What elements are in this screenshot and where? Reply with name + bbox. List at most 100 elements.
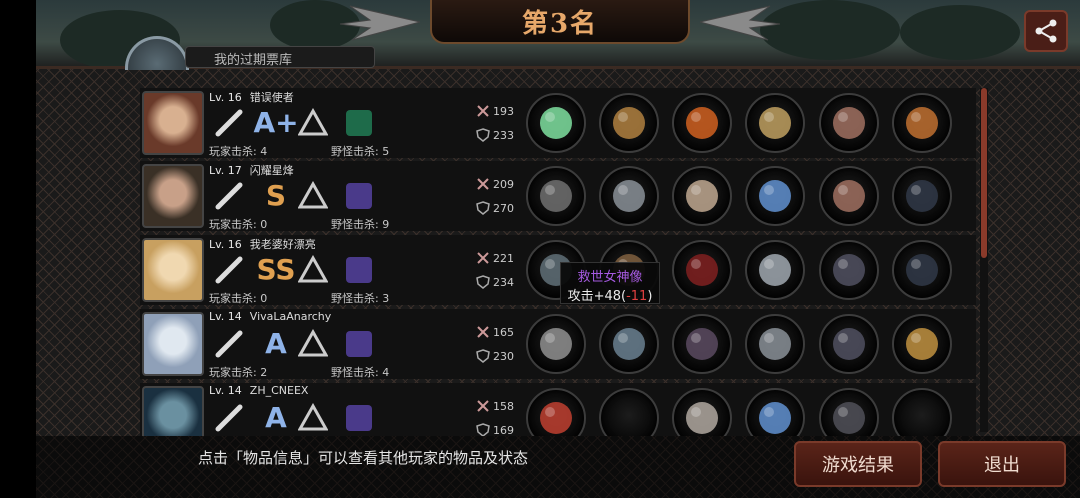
defense-stat: 230	[476, 349, 514, 363]
player-portrait[interactable]	[142, 164, 204, 228]
attack-stat: 158	[476, 399, 514, 413]
player-row[interactable]: Lv. 14 ZH_CNEEX A 158 169	[140, 383, 976, 436]
knife-icon	[215, 330, 243, 358]
item-slot-bracelet-icon[interactable]	[745, 314, 805, 374]
item-slot-banner-icon[interactable]	[892, 166, 952, 226]
fist-icon	[215, 404, 243, 432]
crossed-swords-icon	[477, 252, 489, 264]
item-slot-visor-helmet-icon[interactable]	[599, 166, 659, 226]
item-slot-scythe-icon[interactable]	[526, 314, 586, 374]
player-kills: 玩家击杀: 4	[209, 145, 268, 158]
crossed-swords-icon	[477, 105, 489, 117]
crossed-swords-icon	[477, 178, 489, 190]
scrollbar-thumb[interactable]	[981, 88, 987, 258]
shield-stat-icon	[476, 423, 490, 436]
item-slot-demon-armor-icon[interactable]	[672, 240, 732, 300]
shield-stat-icon	[476, 201, 490, 215]
top-label: 我的过期票库	[185, 46, 375, 68]
player-portrait[interactable]	[142, 312, 204, 376]
tooltip-item-name: 救世女神像	[577, 270, 643, 285]
left-wing-ornament	[340, 5, 420, 41]
monster-kills: 野怪击杀: 5	[331, 145, 390, 158]
tooltip-item-stat: 攻击+48(-11)	[567, 289, 653, 304]
triangle-badge-icon	[298, 108, 328, 136]
player-kills: 玩家击杀: 0	[209, 218, 268, 231]
beast-icon	[346, 257, 372, 283]
game-result-button[interactable]: 游戏结果	[794, 441, 922, 487]
defense-stat: 233	[476, 128, 514, 142]
item-slot-boxing-glove-icon[interactable]	[526, 388, 586, 436]
rank-grade: A	[265, 326, 287, 360]
triangle-badge-icon	[298, 255, 328, 283]
player-level-name: Lv. 14 ZH_CNEEX	[209, 384, 309, 397]
item-slot-treasure-box-icon[interactable]	[892, 314, 952, 374]
item-slot-plate-armor-icon[interactable]	[672, 166, 732, 226]
item-slot-dark-glove-icon[interactable]	[819, 314, 879, 374]
attack-stat: 221	[476, 251, 514, 265]
rank-grade: A	[265, 400, 287, 434]
item-slot-dark-armor-icon[interactable]	[672, 314, 732, 374]
exit-button[interactable]: 退出	[938, 441, 1066, 487]
defense-stat: 234	[476, 275, 514, 289]
player-row[interactable]: Lv. 16 错误使者 A+ 玩家击杀: 4 野怪击杀: 5 193 233	[140, 88, 976, 158]
left-edge	[0, 0, 36, 498]
empty-item-slot[interactable]	[599, 388, 659, 436]
item-slot-helmet-icon[interactable]	[599, 93, 659, 153]
right-wing-ornament	[700, 5, 780, 41]
attack-stat: 209	[476, 177, 514, 191]
item-slot-boot-icon[interactable]	[819, 388, 879, 436]
item-slot-crystal-claw-icon[interactable]	[745, 388, 805, 436]
player-portrait[interactable]	[142, 238, 204, 302]
beast-icon	[346, 183, 372, 209]
item-slot-chest-plate-icon[interactable]	[672, 388, 732, 436]
monster-kills: 野怪击杀: 4	[331, 366, 390, 379]
share-icon	[1035, 19, 1057, 43]
beast-icon	[346, 110, 372, 136]
attack-stat: 165	[476, 325, 514, 339]
item-slot-gauntlet-icon[interactable]	[819, 93, 879, 153]
shield-stat-icon	[476, 349, 490, 363]
item-slot-gauntlet-icon[interactable]	[819, 166, 879, 226]
footer-bar	[36, 436, 1080, 498]
rank-title-plate: 第3名	[430, 0, 690, 44]
player-list[interactable]: Lv. 16 错误使者 A+ 玩家击杀: 4 野怪击杀: 5 193 233 Lv. 17 闪耀…	[140, 88, 976, 436]
item-tooltip: 救世女神像 攻击+48(-11)	[560, 262, 660, 304]
item-slot-flame-armor-icon[interactable]	[672, 93, 732, 153]
crossed-swords-icon	[477, 326, 489, 338]
item-slot-banner-icon[interactable]	[892, 240, 952, 300]
monster-kills: 野怪击杀: 9	[331, 218, 390, 231]
item-slot-spiked-bracer-icon[interactable]	[745, 240, 805, 300]
beast-icon	[346, 331, 372, 357]
empty-item-slot[interactable]	[892, 388, 952, 436]
player-level-name: Lv. 16 我老婆好漂亮	[209, 238, 316, 251]
share-button[interactable]	[1024, 10, 1068, 52]
item-slot-dark-glove-icon[interactable]	[819, 240, 879, 300]
player-name: ZH_CNEEX	[249, 384, 309, 397]
player-kills: 玩家击杀: 2	[209, 366, 268, 379]
rank-grade: S	[265, 178, 287, 212]
item-slot-boomerang-icon[interactable]	[526, 166, 586, 226]
item-slot-twin-swords-icon[interactable]	[526, 93, 586, 153]
item-slot-shield-icon[interactable]	[745, 93, 805, 153]
crossed-swords-icon	[477, 400, 489, 412]
item-slot-crystal-claw-icon[interactable]	[745, 166, 805, 226]
player-row[interactable]: Lv. 17 闪耀星烽 S 玩家击杀: 0 野怪击杀: 9 209 270	[140, 161, 976, 231]
player-level-name: Lv. 14 VivaLaAnarchy	[209, 310, 332, 323]
beast-icon	[346, 405, 372, 431]
defense-stat: 169	[476, 423, 514, 436]
rank-grade: A+	[253, 105, 299, 139]
player-row[interactable]: Lv. 14 VivaLaAnarchy A 玩家击杀: 2 野怪击杀: 4 165 230	[140, 309, 976, 379]
item-slot-cross-staff-icon[interactable]	[892, 93, 952, 153]
player-name: 闪耀星烽	[249, 164, 294, 177]
player-portrait[interactable]	[142, 386, 204, 436]
bat-icon	[215, 109, 243, 137]
bat-icon	[215, 256, 243, 284]
item-slot-knight-helm-icon[interactable]	[599, 314, 659, 374]
player-portrait[interactable]	[142, 91, 204, 155]
player-list-scrollbar[interactable]	[980, 88, 988, 432]
player-name: VivaLaAnarchy	[249, 310, 332, 323]
hint-text: 点击「物品信息」可以查看其他玩家的物品及状态	[198, 449, 529, 467]
player-row[interactable]: Lv. 16 我老婆好漂亮 SS 玩家击杀: 0 野怪击杀: 3 221 234	[140, 235, 976, 305]
monster-kills: 野怪击杀: 3	[331, 292, 390, 305]
shuriken-icon	[215, 182, 243, 210]
